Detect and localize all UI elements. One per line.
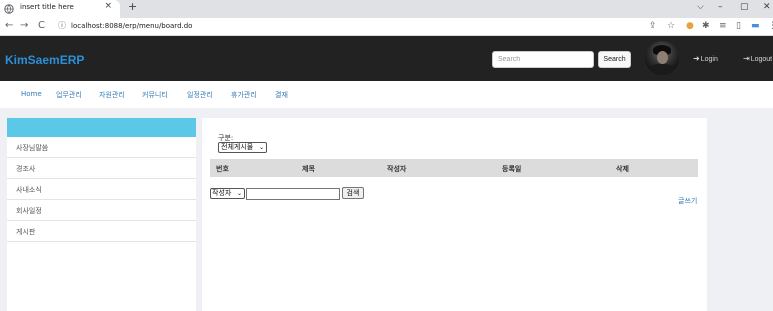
extension-icon[interactable]: ● bbox=[686, 21, 694, 31]
board-search-button[interactable]: 검색 bbox=[342, 187, 364, 199]
menu-icon[interactable]: ⋮ bbox=[768, 21, 773, 31]
maximize-icon[interactable]: ▢ bbox=[740, 2, 749, 12]
sidebar-item-events[interactable]: 경조사 bbox=[7, 158, 196, 179]
table-header: 번호 제목 작성자 등록일 삭제 bbox=[210, 159, 698, 177]
url-field[interactable]: ⓘ localhost:8088/erp/menu/board.do bbox=[56, 20, 641, 34]
sidebar-item-calendar[interactable]: 회사일정 bbox=[7, 200, 196, 221]
side-panel-icon[interactable]: ▯ bbox=[736, 21, 741, 31]
keyword-input[interactable] bbox=[246, 188, 340, 200]
nav-community[interactable]: 커뮤니티 bbox=[142, 90, 168, 100]
category-select-value: 전체게시물 bbox=[221, 143, 254, 151]
search-input[interactable] bbox=[492, 51, 594, 68]
logout-link[interactable]: ⇥Logout bbox=[743, 54, 772, 63]
login-link[interactable]: ➜Login bbox=[693, 54, 718, 63]
bookmark-star-icon[interactable]: ☆ bbox=[667, 21, 675, 31]
minimize-icon[interactable]: – bbox=[718, 2, 723, 12]
chevron-down-icon: ⌄ bbox=[258, 144, 264, 151]
browser-tab-strip: insert title here × + ⌵ – ▢ ✕ bbox=[0, 0, 773, 18]
brand-logo[interactable]: KimSaemERP bbox=[5, 53, 84, 67]
site-info-icon[interactable]: ⓘ bbox=[58, 20, 66, 31]
sidebar: 사장님말씀 경조사 사내소식 회사일정 게시판 bbox=[7, 118, 196, 311]
nav-approval[interactable]: 결재 bbox=[275, 90, 288, 100]
tab-search-icon[interactable]: ⌵ bbox=[697, 2, 704, 12]
column-number: 번호 bbox=[216, 165, 229, 173]
column-date: 등록일 bbox=[502, 165, 522, 173]
chevron-down-icon: ⌄ bbox=[236, 190, 242, 197]
back-icon[interactable]: ← bbox=[5, 20, 13, 31]
app-header: KimSaemERP Search ➜Login ⇥Logout bbox=[0, 36, 773, 81]
search-button[interactable]: Search bbox=[598, 51, 631, 68]
extensions-puzzle-icon[interactable]: ✱ bbox=[702, 21, 710, 31]
write-post-link[interactable]: 글쓰기 bbox=[678, 196, 697, 206]
avatar[interactable] bbox=[645, 41, 679, 75]
sidebar-item-ceo-message[interactable]: 사장님말씀 bbox=[7, 137, 196, 158]
reload-icon[interactable]: C bbox=[38, 20, 45, 31]
sidebar-header bbox=[7, 118, 196, 137]
column-delete: 삭제 bbox=[616, 165, 629, 173]
profile-icon[interactable]: ▬ bbox=[751, 21, 760, 31]
search-field-select[interactable]: 작성자 ⌄ bbox=[210, 188, 245, 199]
tab-close-icon[interactable]: × bbox=[104, 1, 112, 11]
nav-home[interactable]: Home bbox=[21, 90, 42, 98]
logout-label: Logout bbox=[750, 56, 773, 63]
globe-icon bbox=[4, 4, 14, 14]
address-bar: ← → C ⓘ localhost:8088/erp/menu/board.do… bbox=[0, 18, 773, 36]
forward-icon[interactable]: → bbox=[20, 20, 28, 31]
reading-list-icon[interactable]: ≡ bbox=[719, 21, 727, 31]
nav-schedule[interactable]: 일정관리 bbox=[187, 90, 213, 100]
board-panel: 구분: 전체게시물 ⌄ 번호 제목 작성자 등록일 삭제 작성자 ⌄ 검색 글쓰… bbox=[202, 118, 707, 311]
column-title: 제목 bbox=[302, 165, 315, 173]
url-text: localhost:8088/erp/menu/board.do bbox=[71, 22, 193, 30]
close-window-icon[interactable]: ✕ bbox=[763, 2, 771, 12]
nav-work[interactable]: 업무관리 bbox=[56, 90, 82, 100]
avatar-body bbox=[650, 64, 674, 75]
nav-resources[interactable]: 자원관리 bbox=[99, 90, 125, 100]
sidebar-item-board[interactable]: 게시판 bbox=[7, 221, 196, 242]
logout-icon: ⇥ bbox=[743, 54, 750, 63]
tab-title: insert title here bbox=[20, 3, 74, 11]
new-tab-button[interactable]: + bbox=[128, 0, 137, 13]
nav-leave[interactable]: 휴가관리 bbox=[231, 90, 257, 100]
column-author: 작성자 bbox=[387, 165, 407, 173]
main-nav: Home 업무관리 자원관리 커뮤니티 일정관리 휴가관리 결재 bbox=[0, 81, 773, 108]
login-label: Login bbox=[700, 56, 718, 63]
avatar-face bbox=[657, 51, 668, 64]
browser-tab[interactable]: insert title here × bbox=[0, 0, 120, 18]
share-icon[interactable]: ⇪ bbox=[649, 21, 657, 31]
search-field-value: 작성자 bbox=[212, 189, 232, 197]
login-icon: ➜ bbox=[693, 54, 700, 63]
category-select[interactable]: 전체게시물 ⌄ bbox=[218, 142, 267, 153]
sidebar-item-news[interactable]: 사내소식 bbox=[7, 179, 196, 200]
